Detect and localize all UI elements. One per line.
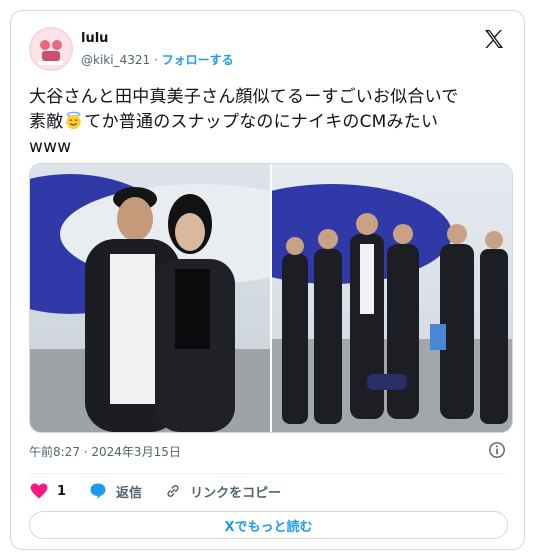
action-bar: 1 返信 リンクをコピー — [29, 481, 281, 501]
author-handle[interactable]: @kiki_4321 — [81, 53, 150, 67]
smiling-halo-emoji-icon — [64, 111, 83, 130]
reply-label: 返信 — [116, 485, 143, 501]
divider — [29, 473, 506, 474]
photo-1[interactable] — [30, 164, 270, 432]
photo-2[interactable] — [272, 164, 512, 432]
copy-link-button[interactable]: リンクをコピー — [164, 482, 281, 501]
heart-icon — [30, 483, 48, 499]
read-more-button[interactable]: Xでもっと読む — [29, 511, 508, 539]
tweet-text-line-1: 大谷さんと田中真美子さん顔似てるーすごいお似合いで — [29, 87, 459, 107]
info-icon[interactable] — [488, 441, 506, 459]
reply-button[interactable]: 返信 — [88, 481, 142, 501]
like-button[interactable]: 1 — [29, 481, 66, 501]
follow-button[interactable]: フォローする — [162, 53, 234, 67]
media-grid — [29, 163, 513, 433]
author-name[interactable]: lulu — [81, 31, 108, 46]
tweet-text: 大谷さんと田中真美子さん顔似てるーすごいお似合いで 素敵 てか普通のスナップなの… — [29, 85, 509, 160]
tweet-timestamp[interactable]: 午前8:27 · 2024年3月15日 — [29, 443, 181, 460]
x-logo-icon[interactable] — [482, 27, 506, 51]
tweet-card: lulu @kiki_4321 · フォローする 大谷さんと田中真美子さん顔似て… — [10, 10, 525, 550]
author-handle-row: @kiki_4321 · フォローする — [81, 51, 234, 68]
tweet-text-line-3: www — [29, 137, 72, 157]
like-count: 1 — [57, 483, 67, 499]
author-avatar[interactable] — [29, 27, 73, 71]
link-icon — [167, 485, 179, 497]
copy-link-label: リンクをコピー — [190, 485, 282, 501]
tweet-text-line-2: 素敵 てか普通のスナップなのにナイキのCMみたい — [29, 111, 439, 132]
separator: · — [150, 53, 162, 67]
speech-bubble-icon — [90, 483, 106, 499]
